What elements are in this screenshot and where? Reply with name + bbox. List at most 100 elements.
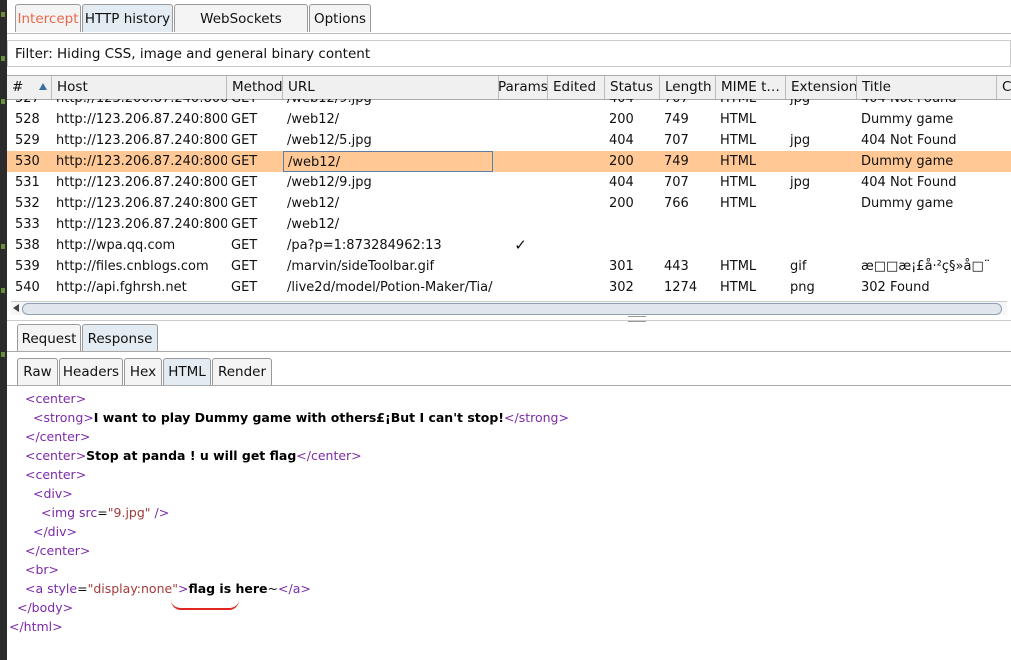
flag-text: flag is here [188,581,268,596]
table-row[interactable]: 532 http://123.206.87.240:8002 GET/web12/2… [7,193,1011,214]
cell-mime: HTML [720,196,757,211]
view-tab-divider [7,385,1011,386]
cell-edited [548,109,605,130]
scrollbar-thumb[interactable] [22,303,1002,315]
sort-ascending-icon [39,83,47,90]
table-row[interactable]: 531 http://123.206.87.240:8002 GET/web12/9… [7,172,1011,193]
cell-edited [548,99,605,109]
cell-title: Dummy game [861,112,954,127]
table-row[interactable]: 533 http://123.206.87.240:8002 GET/web12/ [7,214,1011,235]
cell-ext [786,151,857,172]
col-header-edited[interactable]: Edited [548,76,605,99]
tab-divider [7,33,1011,34]
cell-edited [548,130,605,151]
table-row[interactable]: 527http://123.206.87.240:8002GET/web12/9… [7,99,1011,109]
table-row[interactable]: 530 http://123.206.87.240:8002 GET/web12/2… [7,151,1011,172]
cell-ext: jpg [790,133,811,148]
cell-title: Dummy game [861,154,954,169]
horizontal-scrollbar[interactable] [11,301,1007,315]
table-header: # Host Method URL Params Edited Status L… [7,76,1011,100]
table-row[interactable]: 538 http://wpa.qq.com GET/pa?p=1:873284962… [7,235,1011,256]
cell-length [660,235,716,256]
tab-render[interactable]: Render [212,358,272,385]
cell-host: http://123.206.87.240:8002 [56,112,227,127]
cell-method: GET [231,259,258,274]
table-row[interactable]: 539 http://files.cnblogs.com GET/marvin/si… [7,256,1011,277]
tab-raw[interactable]: Raw [17,358,58,385]
cell-method: GET [227,99,283,109]
cell-params [493,130,548,151]
cell-status: 404 [605,99,660,109]
cell-params [493,172,548,193]
col-header-comment[interactable]: C [997,76,1011,99]
pane-splitter-handle[interactable] [628,316,646,322]
col-header-params[interactable]: Params [493,76,548,99]
table-row[interactable]: 529 http://123.206.87.240:8002 GET/web12/5… [7,130,1011,151]
cell-edited [548,256,605,277]
col-header-status[interactable]: Status [605,76,660,99]
col-header-mime[interactable]: MIME t… [716,76,786,99]
tab-response[interactable]: Response [82,324,158,352]
code-line: <a style="display:none">flag is here~</a… [25,581,311,596]
cell-edited [548,214,605,235]
filter-bar[interactable]: Filter: Hiding CSS, image and general bi… [7,40,1011,67]
cell-num: 530 [15,154,40,169]
section-divider [7,320,1011,321]
table-body: 527http://123.206.87.240:8002GET/web12/9… [7,99,1011,297]
cell-length: 749 [664,112,689,127]
left-edge-strip [0,0,7,660]
cell-ext [786,109,857,130]
code-line: <div> [33,486,73,501]
cell-host: http://files.cnblogs.com [56,259,209,274]
cell-num: 540 [15,280,40,295]
col-header-title[interactable]: Title [857,76,997,99]
cell-url: /marvin/sideToolbar.gif [287,259,435,274]
col-header-host[interactable]: Host [52,76,227,99]
tab-html[interactable]: HTML [163,358,211,385]
cell-method: GET [231,217,258,232]
tab-http-history[interactable]: HTTP history [82,4,173,32]
col-header-length[interactable]: Length [660,76,716,99]
cell-status [605,235,660,256]
cell-host: http://api.fghrsh.net [56,280,187,295]
cell-edited [548,193,605,214]
table-row[interactable]: 540 http://api.fghrsh.net GET/live2d/model… [7,277,1011,297]
cell-status: 200 [609,154,634,169]
cell-ext: jpg [790,175,811,190]
tab-websockets-history[interactable]: WebSockets history [174,4,308,55]
col-header-number[interactable]: # [7,76,52,99]
cell-edited [548,235,605,256]
code-line: <strong>I want to play Dummy game with o… [33,410,569,425]
cell-length [660,214,716,235]
scroll-left-icon[interactable] [13,304,19,312]
code-line: <br> [25,562,60,577]
code-line: <center>Stop at panda ! u will get flag<… [25,448,362,463]
col-header-extension[interactable]: Extension [786,76,857,99]
cell-title: æ□□æ¡£å·²ç§»å□¨ [861,259,991,274]
cell-params [493,214,548,235]
cell-url: /web12/ [283,151,493,172]
cell-mime: HTML [720,112,757,127]
cell-length: 707 [664,133,689,148]
cell-url: /pa?p=1:873284962:13 [287,238,442,253]
tab-intercept[interactable]: Intercept [15,4,81,32]
cell-num: 529 [15,133,40,148]
table-row[interactable]: 528 http://123.206.87.240:8002 GET/web12/2… [7,109,1011,130]
cell-title [857,235,997,256]
code-line: </body> [17,600,74,615]
cell-url: /live2d/model/Potion-Maker/Tia/t… [287,280,493,295]
response-tab-divider [7,351,1011,352]
cell-host: http://123.206.87.240:8002 [52,99,227,109]
tab-request[interactable]: Request [17,324,81,352]
cell-ext: jpg [786,99,857,109]
col-header-url[interactable]: URL [283,76,499,99]
cell-status: 200 [609,112,634,127]
tab-options[interactable]: Options [309,4,371,32]
col-header-method[interactable]: Method [227,76,283,99]
tab-hex[interactable]: Hex [124,358,162,385]
cell-params [493,256,548,277]
code-line: <center> [25,391,87,406]
tab-headers[interactable]: Headers [59,358,123,385]
cell-num: 527 [11,99,51,109]
cell-url: /web12/ [287,196,340,211]
